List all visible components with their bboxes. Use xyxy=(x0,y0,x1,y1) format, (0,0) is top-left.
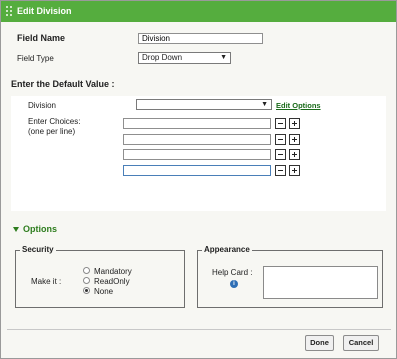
edit-options-link[interactable]: Edit Options xyxy=(276,101,321,110)
mandatory-radio[interactable] xyxy=(83,267,90,274)
field-name-label: Field Name xyxy=(17,33,66,43)
remove-choice-3-button[interactable] xyxy=(275,149,286,160)
dialog-title: Edit Division xyxy=(17,6,72,16)
security-legend: Security xyxy=(20,245,56,254)
choice-input-3[interactable] xyxy=(123,149,271,160)
make-it-label: Make it : xyxy=(31,277,62,286)
dropdown-arrow-icon: ▼ xyxy=(261,101,268,108)
options-toggle[interactable]: Options xyxy=(13,224,57,234)
remove-choice-1-button[interactable] xyxy=(275,118,286,129)
footer-divider xyxy=(7,329,391,330)
appearance-legend: Appearance xyxy=(202,245,252,254)
choices-label: Enter Choices: xyxy=(28,117,81,126)
readonly-radio-label: ReadOnly xyxy=(94,277,130,286)
division-label: Division xyxy=(28,101,57,110)
dropdown-arrow-icon: ▼ xyxy=(220,54,227,61)
remove-choice-4-button[interactable] xyxy=(275,165,286,176)
help-card-textarea[interactable] xyxy=(263,266,378,299)
add-choice-1-button[interactable] xyxy=(289,118,300,129)
field-type-select[interactable]: Drop Down ▼ xyxy=(138,52,231,64)
edit-division-dialog: Edit Division Field Name Field Type Drop… xyxy=(0,0,397,359)
readonly-radio[interactable] xyxy=(83,277,90,284)
field-name-input[interactable] xyxy=(138,33,263,44)
choice-input-4[interactable] xyxy=(123,165,271,176)
none-radio-label: None xyxy=(94,287,114,296)
none-radio[interactable] xyxy=(83,287,90,294)
default-value-heading: Enter the Default Value : xyxy=(11,79,115,89)
collapse-triangle-icon xyxy=(13,227,19,233)
drag-grip-icon[interactable] xyxy=(6,6,12,17)
add-choice-4-button[interactable] xyxy=(289,165,300,176)
field-type-selected-value: Drop Down xyxy=(142,53,183,62)
choices-sublabel: (one per line) xyxy=(28,127,76,136)
mandatory-radio-label: Mandatory xyxy=(94,267,132,276)
add-choice-2-button[interactable] xyxy=(289,134,300,145)
choice-input-1[interactable] xyxy=(123,118,271,129)
choice-input-2[interactable] xyxy=(123,134,271,145)
info-icon[interactable]: i xyxy=(230,280,238,288)
help-card-label: Help Card : xyxy=(212,268,253,277)
cancel-button[interactable]: Cancel xyxy=(343,335,379,351)
options-heading: Options xyxy=(23,224,57,234)
remove-choice-2-button[interactable] xyxy=(275,134,286,145)
field-type-label: Field Type xyxy=(17,54,54,63)
division-select[interactable]: ▼ xyxy=(136,99,272,110)
done-button[interactable]: Done xyxy=(305,335,334,351)
add-choice-3-button[interactable] xyxy=(289,149,300,160)
title-bar[interactable]: Edit Division xyxy=(1,1,396,22)
